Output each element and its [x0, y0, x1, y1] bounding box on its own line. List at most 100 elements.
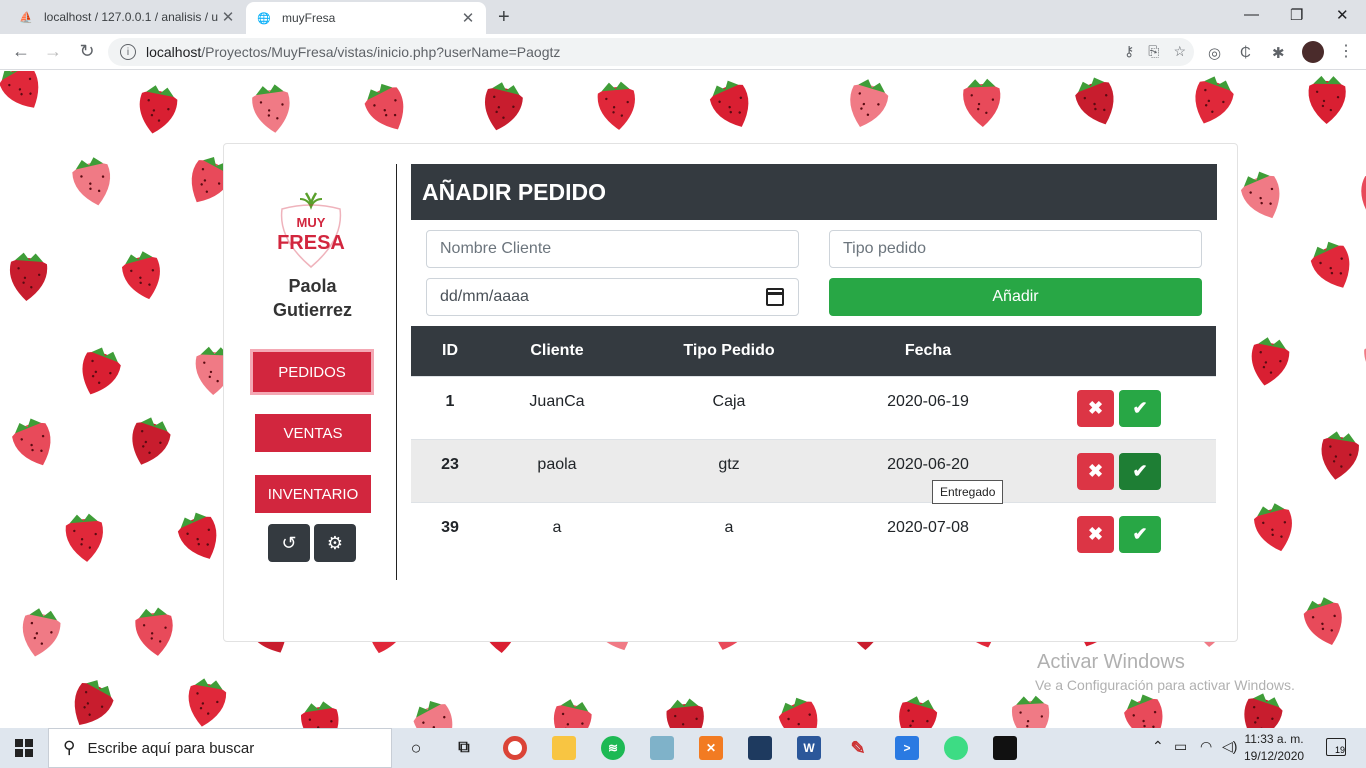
settings-button[interactable]: ⚙: [314, 524, 356, 562]
search-placeholder: Escribe aquí para buscar: [87, 739, 255, 757]
undo-icon: ↺: [281, 532, 297, 553]
strawberry-decoration: [1364, 341, 1366, 385]
xampp-icon[interactable]: ✕: [699, 736, 723, 760]
main-card: MUY FRESA Paola Gutierrez PEDIDOS VENTAS…: [223, 143, 1238, 642]
cliente-input[interactable]: Nombre Cliente: [426, 230, 799, 268]
powershell-icon[interactable]: >: [895, 736, 919, 760]
close-tab-icon[interactable]: ✕: [220, 8, 236, 26]
clock-time: 11:33 a. m.: [1244, 732, 1304, 746]
strawberry-decoration: [1011, 695, 1050, 728]
reload-icon[interactable]: ↻: [76, 41, 98, 62]
spotify-icon[interactable]: ≋: [601, 736, 625, 760]
volume-icon[interactable]: ◁): [1222, 738, 1237, 755]
cell-cliente: JuanCa: [529, 393, 585, 410]
deliver-button[interactable]: ✔: [1119, 516, 1161, 553]
clock[interactable]: 11:33 a. m. 19/12/2020: [1244, 731, 1304, 765]
strawberry-decoration: [9, 252, 48, 301]
cell-cliente: paola: [537, 456, 577, 473]
cortana-icon[interactable]: ○: [404, 736, 428, 760]
strawberry-decoration: [132, 417, 171, 465]
close-icon: ✖: [1087, 461, 1104, 481]
minimize-button[interactable]: —: [1244, 6, 1259, 23]
strawberry-decoration: [364, 83, 404, 130]
deliver-button[interactable]: ✔: [1119, 390, 1161, 427]
star-icon[interactable]: ☆: [1173, 43, 1186, 60]
strawberry-decoration: [252, 84, 290, 133]
strawberry-decoration: [850, 79, 889, 127]
table-row: 1 JuanCa Caja 2020-06-19 ✖ ✔: [411, 376, 1216, 439]
deliver-button[interactable]: ✔: [1119, 453, 1161, 490]
delete-button[interactable]: ✖: [1077, 516, 1114, 553]
close-window-button[interactable]: ✕: [1336, 6, 1349, 24]
user-name: Paola Gutierrez: [224, 274, 401, 322]
strawberry-decoration: [82, 347, 121, 395]
taskbar-search[interactable]: ⚲ Escribe aquí para buscar: [48, 728, 392, 768]
strawberry-decoration: [553, 699, 592, 728]
menu-icon[interactable]: ⋮: [1338, 41, 1354, 61]
user-last-name: Gutierrez: [272, 300, 353, 320]
page-background: MUY FRESA Paola Gutierrez PEDIDOS VENTAS…: [0, 71, 1366, 728]
search-icon: ⚲: [63, 738, 76, 757]
word-icon[interactable]: W: [797, 736, 821, 760]
sidebar: MUY FRESA Paola Gutierrez PEDIDOS VENTAS…: [224, 144, 396, 643]
profile-avatar[interactable]: [1302, 41, 1324, 63]
back-icon[interactable]: ←: [10, 41, 32, 62]
file-explorer-icon[interactable]: [552, 736, 576, 760]
paint-icon[interactable]: ✎: [846, 736, 870, 760]
android-studio-icon[interactable]: [944, 736, 968, 760]
nav-inventario-button[interactable]: INVENTARIO: [255, 475, 371, 513]
puzzle-icon[interactable]: ✱: [1272, 44, 1285, 62]
calendar-icon[interactable]: [766, 288, 784, 306]
delete-button[interactable]: ✖: [1077, 390, 1114, 427]
strawberry-decoration: [597, 81, 635, 130]
forward-icon[interactable]: →: [42, 41, 64, 62]
tab-title: localhost / 127.0.0.1 / analisis / u: [44, 10, 219, 24]
browser-tab-muyfresa[interactable]: 🌐 muyFresa ✕: [246, 2, 486, 34]
extension-icon[interactable]: ₵: [1240, 44, 1251, 61]
strawberry-decoration: [301, 701, 339, 728]
strawberry-decoration: [1321, 431, 1359, 480]
header-tipo: Tipo Pedido: [683, 342, 775, 359]
strawberry-decoration: [1303, 597, 1342, 645]
notification-icon[interactable]: 19: [1326, 738, 1346, 756]
delete-button[interactable]: ✖: [1077, 453, 1114, 490]
start-button[interactable]: [0, 728, 48, 768]
restore-button[interactable]: ❐: [1290, 6, 1303, 24]
strawberry-decoration: [1244, 693, 1283, 728]
form-title: AÑADIR PEDIDO: [411, 164, 1217, 220]
new-tab-button[interactable]: +: [498, 6, 510, 29]
key-icon[interactable]: ⚷: [1124, 43, 1134, 60]
tipo-pedido-input[interactable]: Tipo pedido: [829, 230, 1202, 268]
wifi-icon[interactable]: ◠: [1200, 738, 1212, 755]
cell-id: 1: [445, 393, 455, 410]
undo-button[interactable]: ↺: [268, 524, 310, 562]
info-icon[interactable]: i: [120, 44, 136, 60]
battery-icon[interactable]: ▭: [1174, 738, 1187, 755]
add-button[interactable]: Añadir: [829, 278, 1202, 316]
logo-fresa-text: FRESA: [277, 232, 345, 254]
app-icon[interactable]: [650, 736, 674, 760]
strawberry-decoration: [1308, 75, 1346, 124]
nav-pedidos-button[interactable]: PEDIDOS: [250, 349, 374, 395]
strawberry-decoration: [135, 607, 173, 656]
table-row: 39 a a 2020-07-08 ✖ ✔: [411, 502, 1216, 565]
fecha-input[interactable]: dd/mm/aaaa: [426, 278, 799, 316]
mysql-workbench-icon[interactable]: [748, 736, 772, 760]
cell-cliente: a: [552, 519, 562, 536]
cell-tipo: Caja: [712, 393, 746, 410]
close-tab-icon[interactable]: ✕: [460, 9, 476, 27]
windows-icon: [15, 739, 33, 757]
url-path: /Proyectos/MuyFresa/vistas/inicio.php?us…: [201, 44, 561, 60]
chrome-icon[interactable]: [503, 736, 527, 760]
chevron-up-icon[interactable]: ⌃: [1152, 738, 1164, 755]
task-view-icon[interactable]: ⧉: [452, 736, 476, 760]
address-bar[interactable]: i localhost/Proyectos/MuyFresa/vistas/in…: [108, 38, 1194, 66]
cell-tipo: gtz: [718, 456, 740, 473]
nav-ventas-button[interactable]: VENTAS: [255, 414, 371, 452]
terminal-icon[interactable]: [993, 736, 1017, 760]
extension-icon[interactable]: ◎: [1208, 44, 1221, 62]
translate-icon[interactable]: ⎘: [1148, 43, 1159, 60]
logo-muy-text: MUY: [297, 215, 326, 230]
header-cliente: Cliente: [530, 342, 584, 359]
browser-tab-phpmyadmin[interactable]: ⛵ localhost / 127.0.0.1 / analisis / u ✕: [8, 0, 246, 34]
